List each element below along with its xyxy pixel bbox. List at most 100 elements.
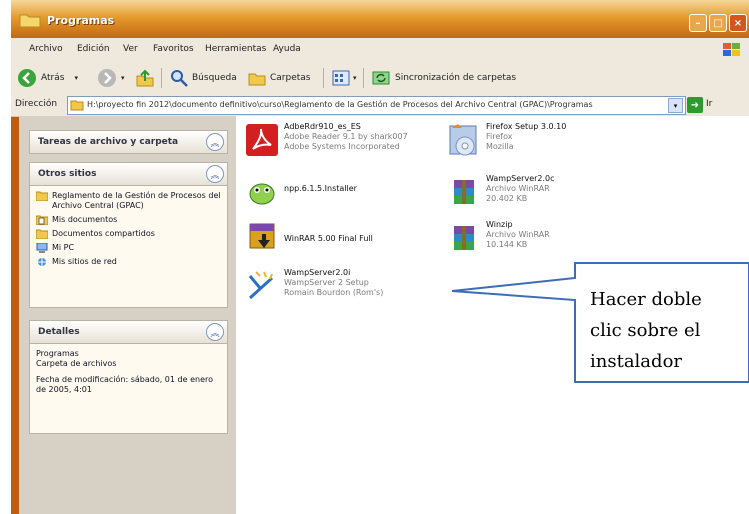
notepad-plus-icon <box>249 183 275 205</box>
computer-icon <box>36 243 48 253</box>
callout-text: Hacer doble clic sobre el instalador <box>590 284 702 377</box>
views-icon <box>332 70 350 86</box>
network-icon <box>38 258 46 266</box>
menu-ver[interactable]: Ver <box>123 44 138 54</box>
folder-icon <box>36 191 48 201</box>
sync-icon <box>372 71 390 85</box>
file-name: Firefox Setup 3.0.10 <box>486 122 567 131</box>
chevron-up-icon[interactable]: ︽ <box>206 133 224 151</box>
file-item[interactable]: WinRAR 5.00 Final Full <box>244 220 373 256</box>
folders-icon <box>248 73 266 86</box>
details-header[interactable]: Detalles ︽ <box>30 321 227 344</box>
file-name: WinRAR 5.00 Final Full <box>284 234 373 243</box>
task-pane: Tareas de archivo y carpeta ︽ Otros siti… <box>19 116 236 514</box>
file-item[interactable]: Winzip Archivo WinRAR 10.144 KB <box>446 220 550 256</box>
wampserver-icon <box>248 271 274 300</box>
chevron-up-icon[interactable]: ︽ <box>206 165 224 183</box>
up-folder-button[interactable] <box>135 68 155 88</box>
file-company: Mozilla <box>486 142 514 151</box>
menu-edicion[interactable]: Edición <box>77 44 110 54</box>
other-places-header[interactable]: Otros sitios ︽ <box>30 163 227 186</box>
place-label: Documentos compartidos <box>52 229 155 238</box>
menu-ayuda[interactable]: Ayuda <box>273 44 301 54</box>
file-tasks-header[interactable]: Tareas de archivo y carpeta ︽ <box>30 131 227 154</box>
close-icon[interactable]: × <box>729 14 747 32</box>
details-name: Programas <box>36 349 79 358</box>
callout-line: Hacer doble <box>590 289 702 310</box>
file-description: WampServer 2 Setup <box>284 278 369 287</box>
menu-herramientas[interactable]: Herramientas <box>205 44 266 54</box>
documents-folder-icon <box>36 215 48 225</box>
title-bar[interactable]: Programas – □ × <box>11 0 749 38</box>
file-size: 20.402 KB <box>486 194 528 203</box>
firefox-setup-icon <box>449 124 477 156</box>
file-size: 10.144 KB <box>486 240 528 249</box>
file-type: Archivo WinRAR <box>486 230 550 239</box>
winrar-archive-icon <box>454 180 474 204</box>
place-item-mypc[interactable]: Mi PC <box>36 243 224 253</box>
file-company: Adobe Systems Incorporated <box>284 142 400 151</box>
back-label: Atrás <box>41 73 65 83</box>
sync-label: Sincronización de carpetas <box>395 73 517 83</box>
explorer-window: Programas – □ × Archivo Edición Ver Favo… <box>11 0 749 514</box>
file-name: WampServer2.0c <box>486 174 555 183</box>
search-button[interactable]: Búsqueda <box>169 68 237 88</box>
file-item[interactable]: Firefox Setup 3.0.10 Firefox Mozilla <box>446 122 566 158</box>
file-item[interactable]: WampServer2.0c Archivo WinRAR 20.402 KB <box>446 174 555 210</box>
menu-favoritos[interactable]: Favoritos <box>153 44 194 54</box>
forward-button[interactable]: ▾ <box>97 68 125 88</box>
folder-icon <box>19 14 41 28</box>
search-label: Búsqueda <box>192 73 237 83</box>
folder-icon <box>70 100 84 111</box>
file-tasks-title: Tareas de archivo y carpeta <box>38 137 179 147</box>
toolbar: Atrás ▾ ▾ Búsqueda Carpetas ▾ Sincroniza… <box>11 62 749 95</box>
window-title: Programas <box>47 14 115 27</box>
file-description: Firefox <box>486 132 513 141</box>
other-places-title: Otros sitios <box>38 169 97 179</box>
back-button[interactable]: Atrás ▾ <box>17 68 78 88</box>
place-item-network[interactable]: Mis sitios de red <box>36 257 224 267</box>
file-name: npp.6.1.5.Installer <box>284 184 357 193</box>
file-description: Adobe Reader 9.1 by shark007 <box>284 132 408 141</box>
forward-dropdown-icon[interactable]: ▾ <box>121 74 125 82</box>
callout-line: clic sobre el <box>590 320 701 341</box>
up-folder-icon <box>136 69 154 87</box>
search-icon <box>171 70 188 87</box>
windows-logo-icon <box>723 43 740 56</box>
place-item-shared[interactable]: Documentos compartidos <box>36 229 224 239</box>
address-dropdown-icon[interactable]: ▾ <box>668 98 683 113</box>
folders-label: Carpetas <box>270 73 311 83</box>
winrar-installer-icon <box>249 223 275 249</box>
sync-button[interactable]: Sincronización de carpetas <box>371 68 516 88</box>
details-panel: Detalles ︽ Programas Carpeta de archivos… <box>29 320 228 434</box>
file-tasks-panel: Tareas de archivo y carpeta ︽ <box>29 130 228 154</box>
details-modified: Fecha de modificación: sábado, 01 de ene… <box>36 375 213 394</box>
minimize-icon[interactable]: – <box>689 14 707 32</box>
address-input[interactable]: H:\proyecto fin 2012\documento definitiv… <box>67 96 686 115</box>
go-button[interactable]: Ir <box>706 99 712 109</box>
chevron-up-icon[interactable]: ︽ <box>206 323 224 341</box>
go-arrow-icon[interactable]: ➜ <box>687 97 703 113</box>
file-item[interactable]: AdbeRdr910_es_ES Adobe Reader 9.1 by sha… <box>244 122 408 158</box>
place-label: Mis sitios de red <box>52 257 117 266</box>
place-item-gpac[interactable]: Reglamento de la Gestión de Procesos del… <box>36 191 224 211</box>
address-label: Dirección <box>15 99 58 109</box>
forward-arrow-icon <box>98 69 116 87</box>
details-type: Carpeta de archivos <box>36 359 117 368</box>
place-label: Mis documentos <box>52 215 118 224</box>
views-button[interactable]: ▾ <box>331 68 357 88</box>
file-item[interactable]: npp.6.1.5.Installer <box>244 174 357 210</box>
adobe-reader-icon <box>246 124 278 156</box>
maximize-icon[interactable]: □ <box>709 14 727 32</box>
place-item-documents[interactable]: Mis documentos <box>36 215 224 225</box>
other-places-panel: Otros sitios ︽ Reglamento de la Gestión … <box>29 162 228 308</box>
back-dropdown-icon[interactable]: ▾ <box>74 74 78 82</box>
file-item[interactable]: WampServer2.0i WampServer 2 Setup Romain… <box>244 268 383 304</box>
file-name: Winzip <box>486 220 513 229</box>
views-dropdown-icon[interactable]: ▾ <box>353 74 357 82</box>
callout-line: instalador <box>590 351 683 372</box>
folders-button[interactable]: Carpetas <box>247 68 310 88</box>
folder-icon <box>36 229 48 239</box>
menu-archivo[interactable]: Archivo <box>29 44 63 54</box>
place-label: Mi PC <box>52 243 75 252</box>
